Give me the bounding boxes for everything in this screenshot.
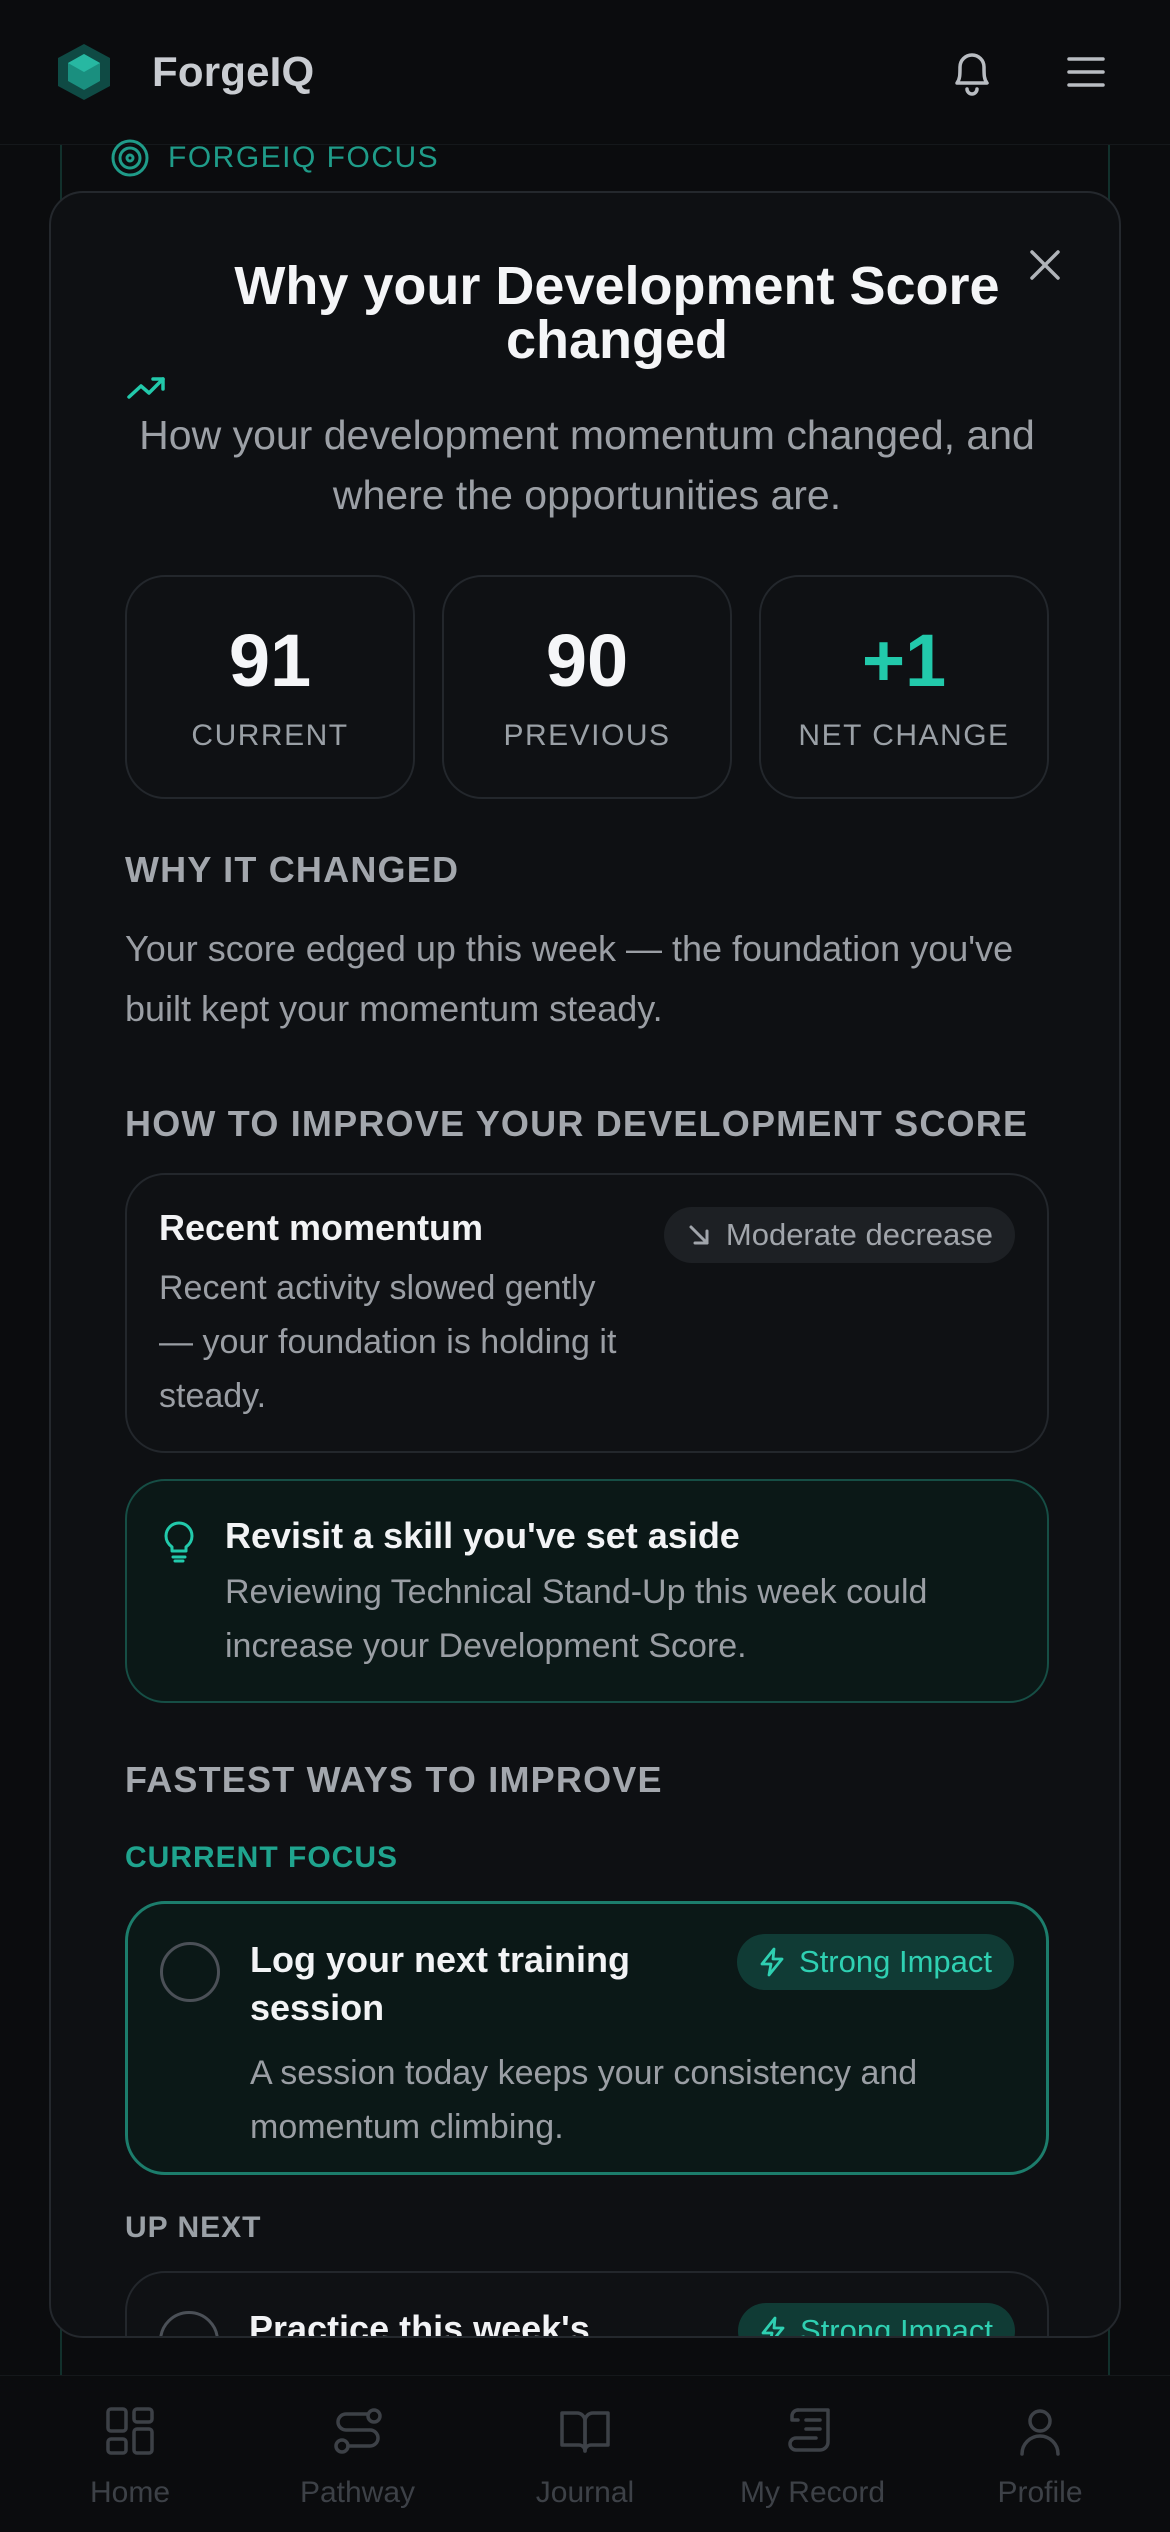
score-change-modal: Why your Development Score changed How y… [49, 191, 1121, 2338]
menu-icon[interactable] [1054, 40, 1118, 104]
stat-value: 90 [545, 619, 629, 702]
action-description: A session today keeps your consistency a… [250, 2054, 918, 2146]
scroll-icon [787, 2408, 830, 2452]
route-icon [333, 2408, 382, 2454]
next-action-card[interactable]: Practice this week's Strong Impact [125, 2271, 1049, 2338]
decrease-badge-label: Moderate decrease [725, 1217, 993, 1252]
nav-item-my-record[interactable]: My Record [703, 2376, 923, 2532]
impact-badge: Strong Impact [738, 2303, 1015, 2338]
up-next-label: UP NEXT [125, 2211, 262, 2244]
stat-previous: 90 PREVIOUS [442, 575, 732, 799]
focus-label-text: FORGEIQ FOCUS [168, 141, 440, 174]
nav-label: Profile [997, 2476, 1083, 2509]
tip-title: Revisit a skill you've set aside [225, 1515, 740, 1556]
momentum-card: Recent momentum Recent activity slowed g… [125, 1173, 1049, 1453]
grid-icon [106, 2407, 154, 2455]
lightning-icon [760, 1947, 784, 1977]
brand-name: ForgeIQ [152, 48, 315, 95]
nav-item-journal[interactable]: Journal [475, 2376, 695, 2532]
stat-label: CURRENT [191, 719, 349, 752]
background-focus-label: FORGEIQ FOCUS [110, 138, 439, 178]
app-header: ForgeIQ [0, 0, 1170, 145]
stat-label: PREVIOUS [503, 719, 671, 752]
current-focus-label: CURRENT FOCUS [125, 1841, 398, 1874]
fastest-ways-heading: FASTEST WAYS TO IMPROVE [125, 1759, 663, 1800]
nav-label: Pathway [299, 2476, 416, 2509]
lightbulb-icon [164, 1521, 194, 1563]
stat-value: 91 [228, 619, 312, 702]
action-checkbox[interactable] [160, 1942, 220, 2002]
modal-title: Why your Development Score changed [234, 256, 1000, 370]
improve-heading: HOW TO IMPROVE YOUR DEVELOPMENT SCORE [125, 1103, 1029, 1144]
focus-action-card[interactable]: Log your next training session A session… [125, 1901, 1049, 2175]
stat-current: 91 CURRENT [125, 575, 415, 799]
nav-item-pathway[interactable]: Pathway [248, 2376, 468, 2532]
modal-subtitle: How your development momentum changed, a… [139, 412, 1035, 518]
decrease-badge: Moderate decrease [663, 1207, 1015, 1263]
action-checkbox[interactable] [159, 2311, 219, 2336]
action-title: Practice this week's [249, 2308, 590, 2338]
nav-label: My Record [739, 2476, 886, 2509]
target-icon [111, 139, 149, 177]
nav-label: Journal [535, 2476, 635, 2509]
tip-description: Reviewing Technical Stand-Up this week c… [225, 1573, 928, 1665]
arrow-down-right-icon [689, 1225, 709, 1245]
impact-badge-label: Strong Impact [800, 2313, 993, 2338]
action-title: Log your next training session [250, 1939, 631, 2028]
tip-card[interactable]: Revisit a skill you've set aside Reviewi… [125, 1479, 1049, 1703]
bottom-nav: Home Pathway Journal My Record Profile [0, 2375, 1170, 2532]
lightning-icon [761, 2316, 785, 2336]
score-stats: 91 CURRENT 90 PREVIOUS +1 NET CHANGE [125, 575, 1049, 799]
nav-item-home[interactable]: Home [20, 2376, 240, 2532]
trending-up-icon [127, 377, 165, 399]
stat-value: +1 [861, 619, 947, 702]
impact-badge: Strong Impact [737, 1934, 1014, 1990]
forgeiq-logo-icon[interactable] [52, 40, 116, 104]
stat-label: NET CHANGE [798, 719, 1010, 752]
book-icon [560, 2411, 610, 2453]
stat-net-change: +1 NET CHANGE [759, 575, 1049, 799]
why-changed-heading: WHY IT CHANGED [125, 849, 460, 890]
bell-icon[interactable] [940, 40, 1004, 104]
nav-item-profile[interactable]: Profile [930, 2376, 1150, 2532]
momentum-description: Recent activity slowed gently — your fou… [159, 1269, 617, 1415]
why-changed-text: Your score edged up this week — the foun… [125, 928, 1014, 1029]
user-icon [1020, 2409, 1060, 2456]
impact-badge-label: Strong Impact [799, 1944, 992, 1979]
nav-label: Home [89, 2476, 171, 2509]
